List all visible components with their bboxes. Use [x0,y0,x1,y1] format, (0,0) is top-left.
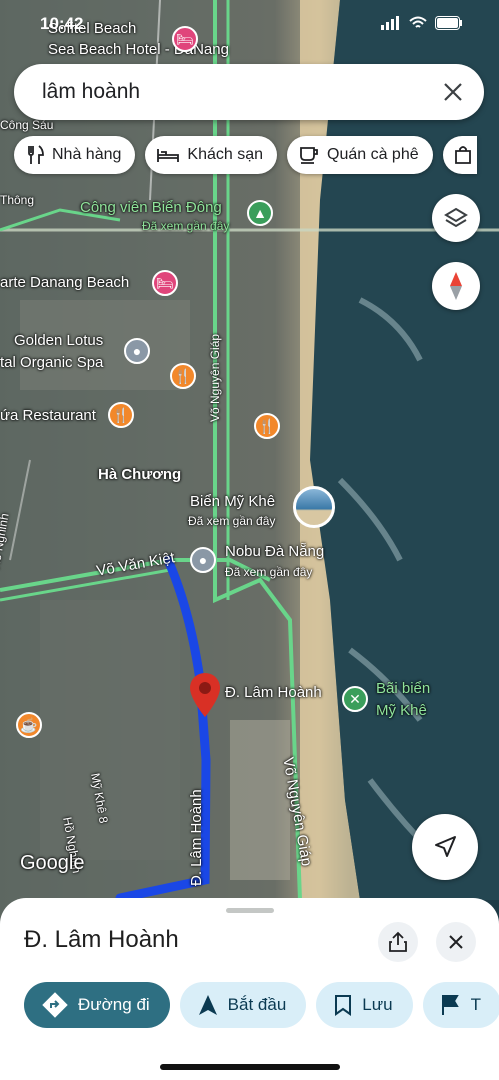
beach-icon[interactable]: ✕ [342,686,368,712]
directions-button[interactable]: Đường đi [24,982,170,1028]
map-label-park[interactable]: Công viên Biển Đông [80,199,222,216]
coffee-icon[interactable]: ☕ [16,712,42,738]
action-label: Bắt đầu [227,995,287,1014]
close-icon [444,83,462,101]
map-label-vo-nguyen-giap: Võ Nguyên Giáp [208,333,222,422]
bed-icon [157,149,180,162]
map-label-nobu-sub: Đã xem gần đây [225,565,313,579]
bookmark-icon [335,995,352,1016]
place-pin-icon[interactable]: ● [124,338,150,364]
clear-search-button[interactable] [440,79,466,105]
map-label-cong-sau: Công Sáu [0,118,54,132]
my-location-button[interactable] [412,814,478,880]
hotel-icon[interactable]: 🛏 [152,270,178,296]
compass-icon [450,272,462,300]
flag-icon [441,995,459,1015]
chip-label: Nhà hàng [52,146,122,163]
map-label-bien-my-khe[interactable]: Biển Mỹ Khê [190,493,275,510]
map-label-road-vertical: Đ. Lâm Hoành [188,789,205,886]
coffee-cup-icon [300,147,318,164]
map-label-organic: tal Organic Spa [0,354,104,371]
map-label-nobu[interactable]: Nobu Đà Nẵng [225,543,324,560]
sheet-drag-handle[interactable] [226,908,274,913]
chip-label: Khách sạn [187,146,263,163]
chip-cafes[interactable]: Quán cà phê [287,136,433,174]
save-button[interactable]: Lưu [316,982,413,1028]
restaurant-icon[interactable]: 🍴 [108,402,134,428]
map-label-lam-hoanh: Đ. Lâm Hoành [225,684,322,701]
map-label-ha-chuong: Hà Chương [98,466,182,483]
signal-icon [381,16,399,30]
chip-hotels[interactable]: Khách sạn [145,136,277,174]
map-label-restaurant: ứa Restaurant [0,407,96,424]
place-title: Đ. Lâm Hoành [24,926,179,953]
chip-shopping[interactable] [442,136,477,174]
start-button[interactable]: Bắt đầu [179,982,307,1028]
map-label-golden: Golden Lotus [14,332,104,349]
beach-photo-thumbnail[interactable] [293,486,335,528]
navigation-arrow-icon [198,995,217,1015]
close-sheet-button[interactable] [436,922,476,962]
action-label: Đường đi [78,995,150,1014]
navigation-arrow-icon [435,836,456,857]
shopping-bag-icon [454,146,471,164]
layers-button[interactable] [432,194,480,242]
map-label-thong: Thông [0,193,35,207]
action-label: T [470,995,481,1014]
wifi-icon [409,16,427,28]
status-time: 10:42 [40,14,84,33]
map-label-bai-bien[interactable]: Bãi biển [376,680,430,697]
share-icon [389,931,407,952]
google-logo: Google [20,852,85,874]
category-chips: Nhà hàng Khách sạn Quán cà phê [14,136,477,174]
label-button[interactable]: T [422,982,499,1028]
battery-icon [435,16,462,30]
compass-button[interactable] [432,262,480,310]
place-sheet[interactable]: Đ. Lâm Hoành Đường đi Bắt đầu Lưu T [0,898,499,1080]
park-icon[interactable]: ▲ [247,200,273,226]
chip-restaurants[interactable]: Nhà hàng [14,136,136,174]
home-indicator[interactable] [160,1064,340,1070]
map-label-bien-sub: Đã xem gần đây [188,514,276,528]
action-label: Lưu [362,995,393,1014]
map-label-bai-bien-2: Mỹ Khê [376,702,427,719]
location-pin-icon[interactable] [188,672,222,718]
close-icon [449,935,463,949]
action-buttons: Đường đi Bắt đầu Lưu T [24,982,499,1028]
restaurant-icon[interactable]: 🍴 [254,413,280,439]
layers-icon [444,207,468,228]
map-label-carte: arte Danang Beach [0,274,130,291]
restaurant-icon[interactable]: 🍴 [170,363,196,389]
search-bar[interactable]: lâm hoành [14,64,484,120]
directions-icon [42,992,68,1018]
search-query[interactable]: lâm hoành [42,80,440,104]
place-pin-icon[interactable]: ● [190,547,216,573]
chip-label: Quán cà phê [327,146,419,163]
map-label-park-sub: Đã xem gần đây [142,219,230,233]
share-button[interactable] [378,922,418,962]
fork-knife-icon [28,145,44,164]
status-bar: 10:42 [0,0,499,50]
